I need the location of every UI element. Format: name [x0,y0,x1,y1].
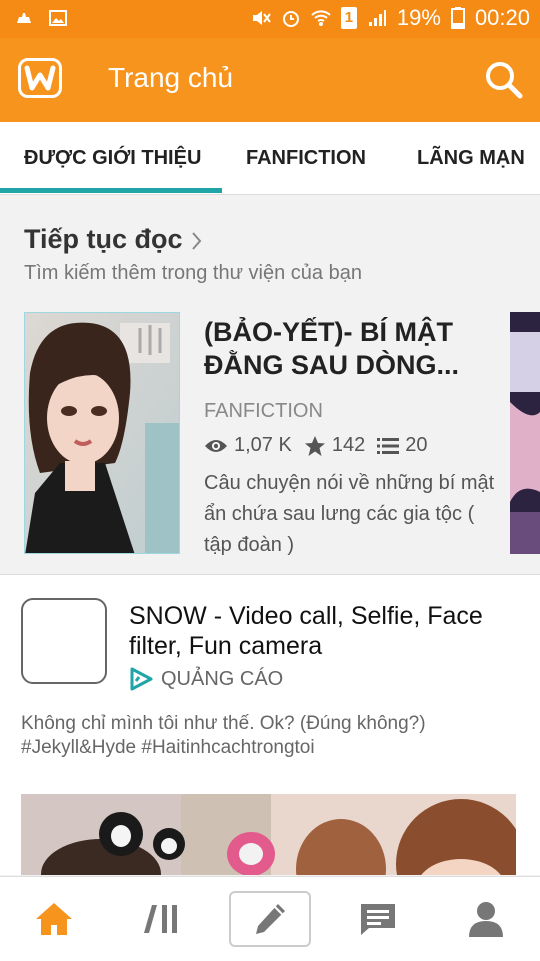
story-stats: 1,07 K 142 20 [204,434,427,457]
alarm-icon [282,11,299,27]
continue-reading-heading[interactable]: Tiếp tục đọc [24,224,183,255]
battery-icon [450,7,465,29]
nav-home[interactable] [0,877,108,961]
search-button[interactable] [484,60,524,100]
profile-icon [469,902,503,937]
status-bar: 1 19% 00:20 [0,0,540,38]
votes-count: 142 [331,434,366,456]
tab-fanfiction[interactable]: FANFICTION [246,122,366,194]
ad-app-icon[interactable] [21,598,107,684]
parts-count: 20 [405,434,428,456]
story-title[interactable]: (BẢO-YẾT)- BÍ MẬT ĐẰNG SAU DÒNG... [204,316,504,382]
bottom-navigation [0,876,540,961]
write-icon [256,904,285,934]
story-category: FANFICTION [204,400,323,422]
app-bar: Trang chủ [0,38,540,122]
tab-romance[interactable]: LÃNG MẠN [417,122,525,194]
story-description: Câu chuyện nói về những bí mật ẩn chứa s… [204,472,495,556]
cover-illustration [25,313,179,553]
messages-icon [361,904,395,935]
ad-image[interactable] [21,794,516,875]
mute-icon [252,11,271,25]
ad-label: QUẢNG CÁO [161,667,284,690]
category-tabs: ĐƯỢC GIỚI THIỆU FANFICTION LÃNG MẠN [0,122,540,195]
ad-badge: QUẢNG CÁO [129,667,283,691]
nav-messages[interactable] [324,877,432,961]
nav-library[interactable] [108,877,216,961]
wifi-icon [311,10,331,26]
ad-body-text: Không chỉ mình tôi như thế. Ok? (Đúng kh… [21,713,426,758]
sim-icon: 1 [340,7,357,29]
reads-count: 1,07 K [234,434,292,456]
star-icon [304,435,325,456]
next-cover-illustration [510,312,540,554]
notification-icon [17,13,31,23]
ad-title[interactable]: SNOW - Video call, Selfie, Face filter, … [129,601,519,661]
search-icon [486,62,523,99]
gallery-icon [49,10,67,26]
list-icon [377,437,400,454]
signal-icon [368,10,386,26]
nav-profile[interactable] [432,877,540,961]
ad-photo [21,794,516,875]
home-icon [36,903,72,935]
clock: 00:20 [474,5,530,30]
nav-write[interactable] [229,891,311,947]
library-icon [144,905,177,933]
logo-w-icon [24,65,56,91]
tab-featured[interactable]: ĐƯỢC GIỚI THIỆU [24,122,201,194]
sponsored-card[interactable]: SNOW - Video call, Selfie, Face filter, … [0,575,540,875]
story-cover[interactable] [24,312,180,554]
ad-play-icon [130,667,153,691]
chevron-right-icon[interactable] [190,230,204,252]
eye-icon [205,439,227,452]
battery-percent: 19% [396,5,441,30]
wattpad-logo[interactable] [18,58,62,98]
next-story-cover[interactable] [510,312,540,554]
active-tab-indicator [0,188,222,193]
continue-reading-subtitle: Tìm kiếm thêm trong thư viện của bạn [24,262,362,284]
page-title: Trang chủ [108,62,234,93]
